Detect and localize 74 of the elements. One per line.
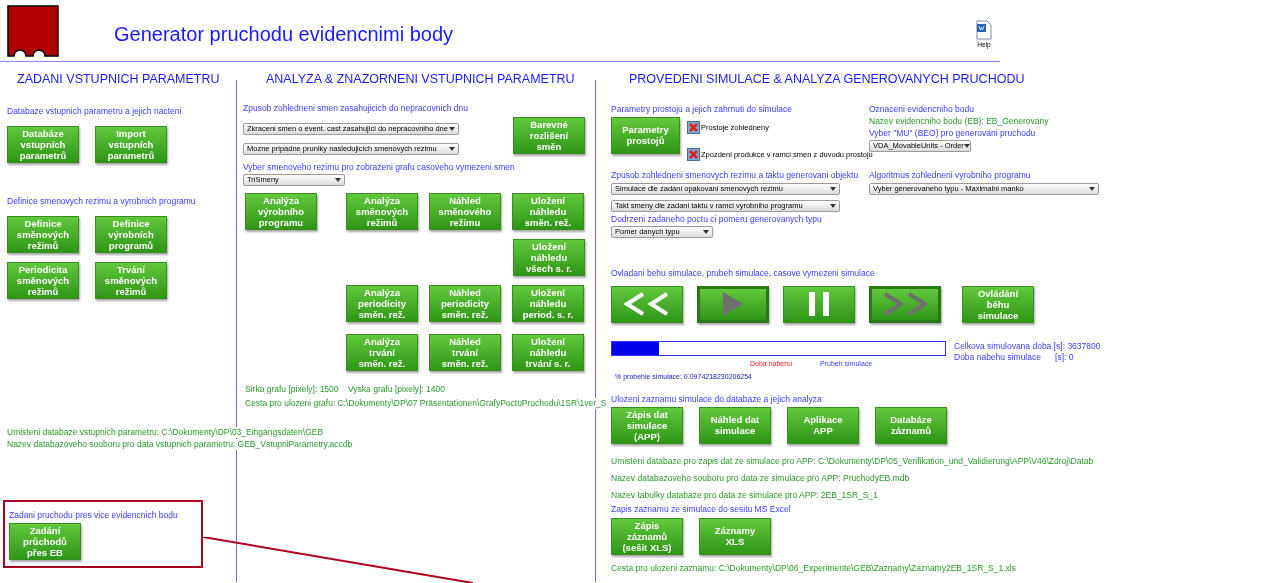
command-button[interactable]: Zápis dat simulace (APP) bbox=[611, 406, 683, 444]
command-button[interactable]: Ovládání běhu simulace bbox=[962, 285, 1034, 323]
section-label: Definice smenovych rezimu a vyrobnich programu bbox=[7, 195, 197, 207]
command-button[interactable]: Analýza výrobního programu bbox=[245, 192, 317, 230]
rewind-button[interactable] bbox=[611, 285, 683, 323]
info-text: Sirka grafu [pixely]: 1500 Vyska grafu [pixely]: 1400 bbox=[245, 383, 445, 395]
info-text: Umisteni databaze pro zapis dat ze simulace pro APP: C:\Dokumenty\DP\05_Verifikation_und_Validierung\APP\V46\Zdroj\Datab bbox=[611, 455, 1094, 467]
command-button[interactable]: Uložení náhledu všech s. r. bbox=[513, 238, 585, 276]
command-button[interactable]: Databáze záznamů bbox=[875, 406, 947, 444]
app-title: Generator pruchodu evidencnimi body bbox=[114, 22, 454, 47]
caret-icon bbox=[449, 126, 455, 131]
caret-icon bbox=[830, 186, 836, 191]
caret-icon bbox=[703, 229, 709, 234]
section-label: Ulozeni zaznamu simulace do databaze a jejich analyza bbox=[611, 393, 823, 405]
command-button[interactable]: Záznamy XLS bbox=[699, 517, 771, 555]
fast-forward-icon bbox=[881, 292, 929, 317]
command-button[interactable]: Analýza trvání směn. rež. bbox=[346, 333, 418, 371]
section-label: Zadani pruchodu pres vice evidencnich bodu bbox=[9, 509, 179, 521]
section-heading: ANALYZA & ZNAZORNENI VSTUPNICH PARAMETRU bbox=[266, 71, 576, 88]
command-button[interactable]: Import vstupních parametrů bbox=[95, 125, 167, 163]
command-button[interactable]: Trvání směnových režimů bbox=[95, 261, 167, 299]
command-button[interactable]: Definice směnových režimů bbox=[7, 215, 79, 253]
command-button[interactable]: Náhled směnového režimu bbox=[429, 192, 501, 230]
section-label: Databaze vstupnich parametru a jejich nacteni bbox=[7, 105, 183, 117]
section-heading: PROVEDENI SIMULACE & ANALYZA GENEROVANYCH PRUCHODU bbox=[629, 71, 1026, 88]
command-button[interactable]: Uložení náhledu směn. rež. bbox=[512, 192, 584, 230]
command-button[interactable]: Aplikace APP bbox=[787, 406, 859, 444]
section-label: Celkova simulovana doba [s]: 3637800 bbox=[954, 340, 1101, 352]
pause-icon bbox=[809, 292, 829, 317]
section-label: Dodrzeni zadaneho poctu ci pomeru generovanych typu bbox=[611, 213, 823, 225]
section-label: Zapis zaznamu ze simulace do sesitu MS Excel bbox=[611, 503, 792, 515]
command-button[interactable]: Zápis záznamů (sešit XLS) bbox=[611, 517, 683, 555]
section-label: Zpusob zohledneni smen zasahujicich do nepracovnich dnu bbox=[243, 102, 469, 114]
logo-icon bbox=[7, 5, 59, 57]
command-button[interactable]: Periodicita směnových režimů bbox=[7, 261, 79, 299]
command-button[interactable]: Definice výrobních programů bbox=[95, 215, 167, 253]
section-heading: ZADANI VSTUPNICH PARAMETRU bbox=[17, 71, 221, 88]
caret-icon bbox=[335, 177, 341, 182]
caret-icon bbox=[963, 143, 970, 148]
command-button[interactable]: Náhled dat simulace bbox=[699, 406, 771, 444]
info-text: Umisteni databaze vstupnich parametru: C:\Dokumenty\DP\03_Eingangsdaten\GEB bbox=[7, 426, 324, 438]
section-label: Oznaceni evidencniho bodu bbox=[869, 103, 975, 115]
section-label: Ovladani behu simulace, prubeh simulace, casove vymezeni simulace bbox=[611, 267, 876, 279]
caret-icon bbox=[1089, 186, 1095, 191]
command-button[interactable]: Parametry prostojů bbox=[611, 116, 680, 154]
command-button[interactable]: Databáze vstupních parametrů bbox=[7, 125, 79, 163]
cross-icon[interactable] bbox=[687, 120, 700, 134]
info-text: Nazev databazoveho souboru pro data vstupnich parametru: GEB_VstupniParametry.accdb bbox=[7, 438, 353, 450]
cross-icon[interactable] bbox=[687, 147, 700, 161]
rewind-icon bbox=[623, 292, 671, 317]
info-text: Cesta pro ulozeni grafu: C:\Dokumenty\DP\07 Präsentationen\GrafyPoctuPruchodu\1SR\1ver_S bbox=[245, 397, 607, 409]
info-text: Cesta pro ulozeni zaznamu: C:\Dokumenty\DP\06_Experimente\GEB\Zaznamy\Zaznamy2EB_1SR_S_1.xls bbox=[611, 562, 1016, 574]
section-label: Zpusob zohledneni smenovych rezimu a taktu generovani objektu bbox=[611, 169, 860, 181]
command-button[interactable]: Zadání průchodů přes EB bbox=[9, 522, 81, 560]
section-label: Vyber smenoveho rezimu pro zobrazeni grafu casoveho vymezeni smen bbox=[243, 161, 516, 173]
caret-icon bbox=[830, 203, 836, 208]
caret-icon bbox=[449, 146, 455, 151]
section-label: Vyber "MU" (BEO) pro generovani pruchodu bbox=[869, 127, 1037, 139]
info-text: Nazev evidencniho bodu (EB): EB_Generovany bbox=[869, 115, 1049, 127]
info-text: Nazev databazoveho souboru pro data ze simulace pro APP: PruchodyEB.mdb bbox=[611, 472, 910, 484]
section-label: Algoritmus zohledneni vyrobniho programu bbox=[869, 169, 1032, 181]
command-button[interactable]: Náhled periodicity směn. rež. bbox=[429, 284, 501, 322]
command-button[interactable]: Analýza směnových režimů bbox=[346, 192, 418, 230]
document-icon[interactable] bbox=[976, 20, 992, 40]
play-icon bbox=[723, 292, 743, 317]
section-label: Parametry prostoju a jejich zahrnuti do simulace bbox=[611, 103, 793, 115]
command-button[interactable]: Uložení náhledu period. s. r. bbox=[512, 284, 584, 322]
section-label: Doba nabehu simulace [s]: 0 bbox=[954, 351, 1075, 363]
pause-button[interactable] bbox=[783, 285, 855, 323]
command-button[interactable]: Barevné rozlišení směn bbox=[513, 116, 585, 154]
command-button[interactable]: Uložení náhledu trvání s. r. bbox=[512, 333, 584, 371]
command-button[interactable]: Analýza periodicity směn. rež. bbox=[346, 284, 418, 322]
info-text: Nazev tabulky databaze pro data ze simulace pro APP: 2EB_1SR_S_1 bbox=[611, 489, 878, 501]
command-button[interactable]: Náhled trvání směn. rež. bbox=[429, 333, 501, 371]
